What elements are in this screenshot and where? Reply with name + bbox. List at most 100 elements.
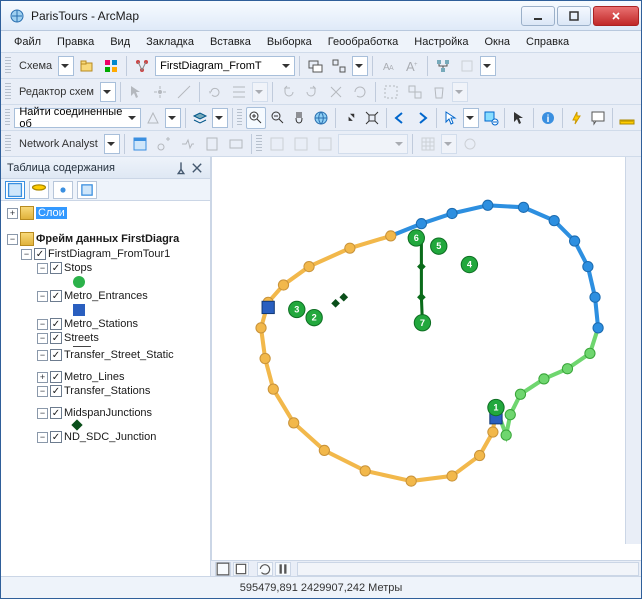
- measure-icon[interactable]: [617, 107, 637, 129]
- zoom-in-icon[interactable]: [246, 107, 266, 129]
- tab-list-by-visibility[interactable]: [53, 181, 73, 199]
- clear-selection-icon[interactable]: [481, 107, 501, 129]
- tree-layer-transfer-stations[interactable]: − Transfer_Stations: [3, 384, 208, 398]
- tree-layer-nd-sdc[interactable]: − ND_SDC_Junction: [3, 430, 208, 444]
- trace-dropdown[interactable]: [165, 108, 181, 128]
- menu-customize[interactable]: Настройка: [407, 34, 475, 50]
- map-canvas[interactable]: 1 2 3 4 5 6 7: [211, 157, 641, 560]
- prev-extent-icon[interactable]: [390, 107, 410, 129]
- tree-layer-transfer-street[interactable]: − Transfer_Street_Static: [3, 348, 208, 362]
- layer-label[interactable]: Metro_Lines: [64, 371, 125, 383]
- na-dropdown[interactable]: [104, 134, 120, 154]
- menu-geoprocessing[interactable]: Геообработка: [321, 34, 406, 50]
- checkbox[interactable]: [50, 431, 62, 443]
- pause-drawing-icon[interactable]: [275, 562, 291, 576]
- collapse-icon[interactable]: −: [37, 386, 48, 397]
- menu-help[interactable]: Справка: [519, 34, 576, 50]
- horizontal-scrollbar[interactable]: [297, 562, 639, 576]
- layer-label[interactable]: Metro_Stations: [64, 318, 138, 330]
- next-extent-icon[interactable]: [412, 107, 432, 129]
- menu-selection[interactable]: Выборка: [260, 34, 319, 50]
- checkbox[interactable]: [50, 290, 62, 302]
- layer-label[interactable]: Streets: [64, 332, 99, 344]
- schematic-grid-icon[interactable]: [100, 55, 122, 77]
- close-panel-icon[interactable]: [190, 161, 204, 175]
- collapse-icon[interactable]: −: [37, 350, 48, 361]
- select-dropdown[interactable]: [463, 108, 479, 128]
- find-connected-combo[interactable]: Найти соединенные об: [14, 108, 141, 128]
- menu-file[interactable]: Файл: [7, 34, 48, 50]
- expand-icon[interactable]: +: [37, 372, 48, 383]
- checkbox[interactable]: [50, 262, 62, 274]
- tree-layer-metro-lines[interactable]: + Metro_Lines: [3, 370, 208, 384]
- tab-layout-view[interactable]: [233, 562, 249, 576]
- collapse-icon[interactable]: −: [37, 291, 48, 302]
- layer-label[interactable]: Transfer_Stations: [64, 385, 150, 397]
- tree-layer-stops[interactable]: − Stops: [3, 261, 208, 275]
- toc-tree[interactable]: + Слои − Фрейм данных FirstDiagra − Firs…: [1, 201, 210, 576]
- pin-icon[interactable]: [174, 161, 188, 175]
- tree-layer-metro-entrances[interactable]: − Metro_Entrances: [3, 289, 208, 303]
- tab-list-by-drawing[interactable]: [5, 181, 25, 199]
- hyperlink-icon[interactable]: [567, 107, 587, 129]
- identify-icon[interactable]: i: [538, 107, 558, 129]
- select-features-icon[interactable]: [441, 107, 461, 129]
- menu-bookmark[interactable]: Закладка: [139, 34, 201, 50]
- fixed-zoom-in-icon[interactable]: [340, 107, 360, 129]
- layer-label[interactable]: MidspanJunctions: [64, 407, 152, 419]
- arrange-icon[interactable]: [328, 55, 350, 77]
- close-button[interactable]: [593, 6, 639, 26]
- layers-icon[interactable]: [190, 107, 210, 129]
- root-label[interactable]: Слои: [36, 207, 67, 219]
- select-elements-icon[interactable]: [509, 107, 529, 129]
- layer-label[interactable]: Transfer_Street_Static: [64, 349, 174, 361]
- dataframe-label[interactable]: Фрейм данных FirstDiagra: [36, 233, 179, 245]
- layer-label[interactable]: Stops: [64, 262, 92, 274]
- collapse-icon[interactable]: −: [7, 234, 18, 245]
- layout-algo-icon[interactable]: [432, 55, 454, 77]
- collapse-icon[interactable]: −: [37, 408, 48, 419]
- menu-view[interactable]: Вид: [103, 34, 137, 50]
- arrange-dropdown[interactable]: [352, 56, 368, 76]
- layer-label[interactable]: Metro_Entrances: [64, 290, 148, 302]
- zoom-out-icon[interactable]: [268, 107, 288, 129]
- pan-icon[interactable]: [289, 107, 309, 129]
- dataset-label[interactable]: FirstDiagram_FromTour1: [48, 248, 170, 260]
- new-window-icon[interactable]: [304, 55, 326, 77]
- checkbox[interactable]: [50, 349, 62, 361]
- checkbox[interactable]: [50, 407, 62, 419]
- checkbox[interactable]: [50, 371, 62, 383]
- tree-layer-midspan[interactable]: − MidspanJunctions: [3, 406, 208, 420]
- open-schematic-icon[interactable]: [76, 55, 98, 77]
- schematic-tree-icon[interactable]: [131, 55, 153, 77]
- expand-icon[interactable]: +: [7, 208, 18, 219]
- checkbox[interactable]: [50, 332, 62, 344]
- layer-label[interactable]: ND_SDC_Junction: [64, 431, 156, 443]
- menu-edit[interactable]: Правка: [50, 34, 101, 50]
- tab-list-by-source[interactable]: [29, 181, 49, 199]
- full-extent-icon[interactable]: [311, 107, 331, 129]
- tab-data-view[interactable]: [215, 562, 231, 576]
- collapse-icon[interactable]: −: [37, 263, 48, 274]
- refresh-view-icon[interactable]: [257, 562, 273, 576]
- tree-dataframe[interactable]: − Фрейм данных FirstDiagra: [3, 231, 208, 247]
- schem-editor-dropdown[interactable]: [100, 82, 116, 102]
- collapse-icon[interactable]: −: [37, 319, 48, 330]
- layers-dropdown[interactable]: [212, 108, 228, 128]
- html-popup-icon[interactable]: [589, 107, 609, 129]
- tab-list-by-selection[interactable]: [77, 181, 97, 199]
- tree-layer-metro-stations[interactable]: − Metro_Stations: [3, 317, 208, 331]
- collapse-icon[interactable]: −: [37, 333, 48, 344]
- collapse-icon[interactable]: −: [21, 249, 32, 260]
- maximize-button[interactable]: [557, 6, 591, 26]
- diagram-combo[interactable]: FirstDiagram_FromT: [155, 56, 295, 76]
- checkbox[interactable]: [50, 318, 62, 330]
- fixed-zoom-out-icon[interactable]: [362, 107, 382, 129]
- minimize-button[interactable]: [521, 6, 555, 26]
- layout-dropdown[interactable]: [480, 56, 496, 76]
- schema-dropdown[interactable]: [58, 56, 74, 76]
- tree-root-layers[interactable]: + Слои: [3, 205, 208, 221]
- collapse-icon[interactable]: −: [37, 432, 48, 443]
- checkbox[interactable]: [50, 385, 62, 397]
- tree-layer-streets[interactable]: − Streets: [3, 331, 208, 345]
